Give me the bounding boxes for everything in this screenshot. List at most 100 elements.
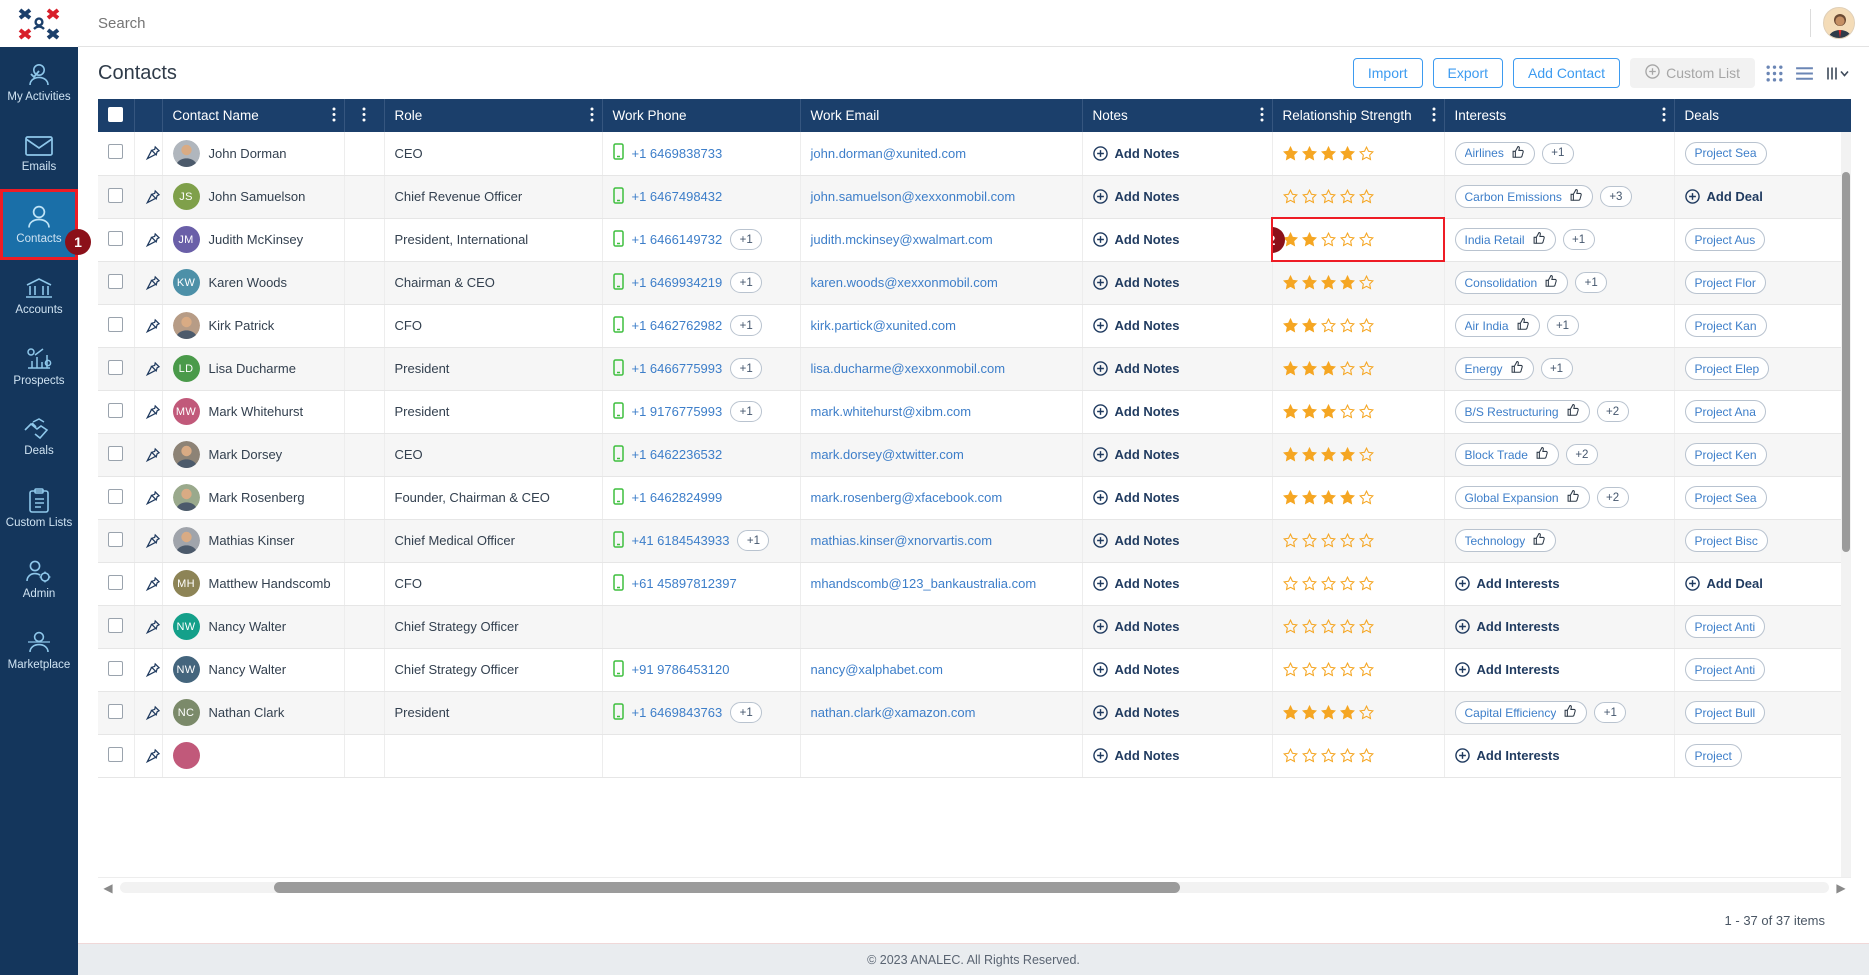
work-email-cell[interactable] — [800, 734, 1083, 778]
row-star-cell[interactable] — [344, 218, 385, 262]
work-email-cell[interactable] — [800, 605, 1083, 649]
add-interests-button[interactable]: Add Interests — [1454, 748, 1664, 763]
add-notes-button[interactable]: Add Notes — [1092, 404, 1262, 419]
relationship-strength-cell[interactable] — [1272, 476, 1445, 520]
table-row[interactable]: MW Mark Whitehurst President +1 9176775993 +… — [98, 390, 1851, 434]
notes-cell[interactable]: Add Notes — [1082, 433, 1273, 477]
thumbs-up-icon[interactable] — [1532, 532, 1546, 549]
work-phone-link[interactable]: +1 6462236532 — [632, 447, 723, 462]
work-email-cell[interactable]: lisa.ducharme@xexxonmobil.com — [800, 347, 1083, 391]
row-pin-cell[interactable] — [134, 605, 163, 649]
deals-cell[interactable]: Project Aus — [1674, 218, 1851, 262]
interests-cell[interactable]: India Retail +1 — [1444, 218, 1675, 262]
deal-tag[interactable]: Project Sea — [1684, 486, 1767, 509]
interests-cell[interactable]: Air India +1 — [1444, 304, 1675, 348]
contact-name-cell[interactable]: LD Lisa Ducharme — [162, 347, 345, 391]
notes-cell[interactable]: Add Notes — [1082, 390, 1273, 434]
work-phone-link[interactable]: +1 6469843763 — [632, 705, 723, 720]
relationship-strength-cell[interactable] — [1272, 734, 1445, 778]
deal-tag[interactable]: Project Anti — [1684, 658, 1766, 681]
work-phone-cell[interactable]: +91 9786453120 — [602, 648, 801, 692]
deals-cell[interactable]: Add Deal — [1674, 562, 1851, 606]
select-all-checkbox[interactable] — [108, 106, 124, 122]
contact-name-cell[interactable]: Mark Rosenberg — [162, 476, 345, 520]
row-star-cell[interactable] — [344, 734, 385, 778]
interests-cell[interactable]: Consolidation +1 — [1444, 261, 1675, 305]
work-email-link[interactable]: nancy@xalphabet.com — [811, 662, 943, 677]
contact-name-cell[interactable]: JS John Samuelson — [162, 175, 345, 219]
work-email-cell[interactable]: mark.whitehurst@xibm.com — [800, 390, 1083, 434]
deals-cell[interactable]: Add Deal — [1674, 175, 1852, 219]
interest-tag[interactable]: B/S Restructuring — [1454, 400, 1590, 423]
table-row[interactable]: LD Lisa Ducharme President +1 6466775993 +1 l… — [98, 347, 1851, 391]
column-header-role[interactable]: Role — [384, 99, 603, 132]
row-star-cell[interactable] — [344, 433, 385, 477]
pin-icon[interactable] — [145, 705, 160, 721]
column-header-contact-name[interactable]: Contact Name — [162, 99, 345, 132]
list-view-icon[interactable] — [1794, 64, 1815, 83]
table-row[interactable]: Mark Dorsey CEO +1 6462236532 mark.dorsey@x… — [98, 433, 1851, 477]
interest-tag[interactable]: India Retail — [1454, 228, 1556, 251]
table-row[interactable]: NW Nancy Walter Chief Strategy Officer Add … — [98, 605, 1851, 649]
relationship-strength-cell[interactable] — [1272, 562, 1445, 606]
notes-cell[interactable]: Add Notes — [1082, 734, 1273, 778]
sidebar-item-admin[interactable]: Admin — [0, 544, 78, 615]
contact-name-cell[interactable]: JM Judith McKinsey — [162, 218, 345, 262]
work-email-cell[interactable]: judith.mckinsey@xwalmart.com — [800, 218, 1083, 262]
row-pin-cell[interactable] — [134, 304, 163, 348]
work-email-link[interactable]: mark.whitehurst@xibm.com — [811, 404, 972, 419]
work-email-link[interactable]: judith.mckinsey@xwalmart.com — [811, 232, 993, 247]
pin-icon[interactable] — [145, 318, 160, 334]
interest-overflow-pill[interactable]: +1 — [1540, 358, 1573, 379]
work-phone-cell[interactable]: +61 45897812397 — [602, 562, 801, 606]
add-notes-button[interactable]: Add Notes — [1092, 576, 1262, 591]
row-star-cell[interactable] — [344, 261, 385, 305]
star-rating[interactable] — [1282, 619, 1434, 634]
work-email-cell[interactable]: mark.rosenberg@xfacebook.com — [800, 476, 1083, 520]
work-phone-link[interactable]: +1 6462824999 — [632, 490, 723, 505]
import-button[interactable]: Import — [1352, 58, 1423, 88]
star-rating[interactable] — [1282, 361, 1434, 376]
interest-tag[interactable]: Block Trade — [1454, 443, 1559, 466]
row-pin-cell[interactable] — [134, 218, 163, 262]
deal-tag[interactable]: Project Anti — [1684, 615, 1766, 638]
row-checkbox[interactable] — [108, 531, 124, 547]
relationship-strength-cell[interactable] — [1272, 347, 1445, 391]
thumbs-up-icon[interactable] — [1569, 188, 1583, 205]
pin-icon[interactable] — [145, 232, 160, 248]
work-phone-cell[interactable] — [602, 734, 801, 778]
thumbs-up-icon[interactable] — [1566, 489, 1580, 506]
phone-overflow-pill[interactable]: +1 — [730, 401, 763, 422]
work-phone-cell[interactable]: +1 6467498432 — [602, 175, 801, 219]
deals-cell[interactable]: Project Sea — [1674, 476, 1851, 520]
deal-tag[interactable]: Project Sea — [1684, 141, 1767, 165]
contact-name-cell[interactable] — [162, 734, 345, 778]
contact-name-cell[interactable]: Mathias Kinser — [162, 519, 345, 563]
row-checkbox[interactable] — [108, 746, 124, 762]
add-deal-button[interactable]: Add Deal — [1684, 189, 1852, 204]
star-rating[interactable] — [1282, 490, 1434, 505]
work-phone-link[interactable]: +91 9786453120 — [632, 662, 730, 677]
table-row[interactable]: KW Karen Woods Chairman & CEO +1 6469934219… — [98, 261, 1851, 305]
interest-overflow-pill[interactable]: +1 — [1594, 702, 1627, 723]
interest-overflow-pill[interactable]: +1 — [1546, 315, 1579, 336]
star-rating[interactable] — [1282, 748, 1434, 763]
row-star-cell[interactable] — [344, 691, 385, 735]
star-rating[interactable] — [1282, 576, 1434, 591]
deal-tag[interactable]: Project Kan — [1684, 314, 1767, 337]
add-notes-button[interactable]: Add Notes — [1092, 619, 1262, 634]
row-pin-cell[interactable] — [134, 347, 163, 391]
row-pin-cell[interactable] — [134, 132, 163, 176]
pin-icon[interactable] — [145, 145, 160, 161]
relationship-strength-cell[interactable] — [1272, 519, 1445, 563]
interests-cell[interactable]: Block Trade +2 — [1444, 433, 1675, 477]
deal-tag[interactable]: Project Bull — [1684, 701, 1766, 724]
star-rating[interactable] — [1282, 447, 1434, 462]
pin-icon[interactable] — [145, 748, 160, 764]
work-phone-link[interactable]: +1 6462762982 — [632, 318, 723, 333]
table-row[interactable]: NW Nancy Walter Chief Strategy Officer +91 … — [98, 648, 1851, 692]
row-pin-cell[interactable] — [134, 175, 163, 219]
interest-tag[interactable]: Consolidation — [1454, 271, 1569, 294]
scroll-right-icon[interactable]: ▶ — [1833, 881, 1849, 895]
table-row[interactable]: Kirk Patrick CFO +1 6462762982 +1 kirk.parti… — [98, 304, 1851, 348]
